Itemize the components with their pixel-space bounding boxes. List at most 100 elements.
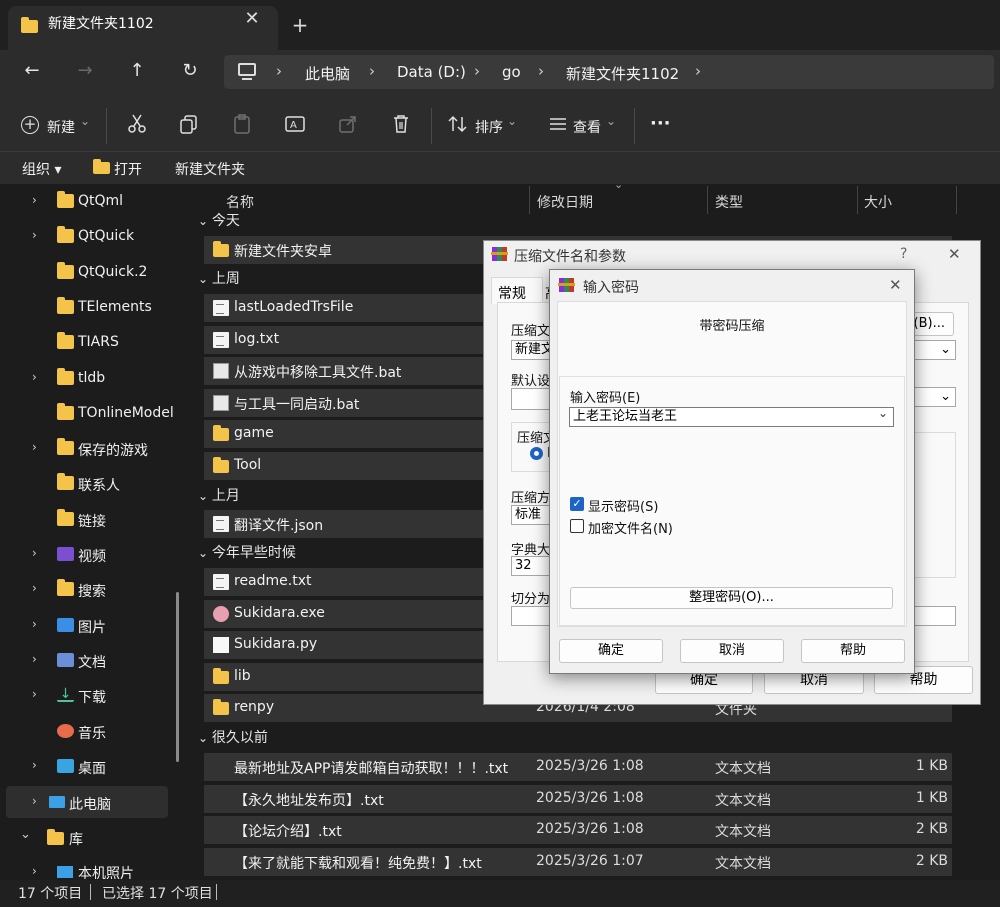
delete-icon[interactable] bbox=[388, 113, 414, 139]
breadcrumb-go[interactable]: go bbox=[502, 63, 521, 81]
chevron-right-icon[interactable]: › bbox=[32, 440, 37, 454]
column-divider[interactable] bbox=[857, 186, 858, 214]
breadcrumb-current-folder[interactable]: 新建文件夹1102 bbox=[566, 63, 679, 84]
close-icon[interactable]: ✕ bbox=[948, 245, 961, 263]
sidebar-item[interactable]: › QtQml bbox=[0, 185, 190, 219]
view-button[interactable]: 查看 bbox=[573, 117, 601, 137]
sidebar-item[interactable]: 音乐 bbox=[0, 715, 190, 749]
format-rar-radio[interactable] bbox=[530, 447, 543, 460]
toolbar-divider bbox=[431, 108, 432, 144]
file-name: log.txt bbox=[234, 330, 280, 347]
sidebar-item-library[interactable]: 库 bbox=[69, 829, 83, 849]
sidebar-item[interactable]: TElements bbox=[0, 291, 190, 325]
new-tab-button[interactable]: + bbox=[288, 14, 312, 38]
column-divider[interactable] bbox=[707, 186, 708, 214]
chevron-right-icon[interactable]: › bbox=[32, 193, 37, 207]
sidebar-item[interactable]: › ↓ 下载 bbox=[0, 679, 190, 713]
chevron-right-icon[interactable]: › bbox=[32, 581, 37, 595]
column-date-modified[interactable]: 修改日期 bbox=[537, 192, 593, 222]
chevron-right-icon[interactable]: › bbox=[32, 370, 37, 384]
chevron-down-icon[interactable]: ⌄ bbox=[198, 214, 212, 228]
sidebar-item[interactable]: 链接 bbox=[0, 503, 190, 537]
cancel-button[interactable]: 取消 bbox=[680, 639, 784, 663]
column-size[interactable]: 大小 bbox=[864, 192, 892, 222]
close-icon[interactable]: ✕ bbox=[889, 276, 902, 294]
folder-icon bbox=[57, 296, 74, 314]
file-size: 1 KB bbox=[915, 789, 948, 806]
sidebar-item[interactable]: › 视频 bbox=[0, 538, 190, 572]
sidebar-item[interactable]: › tldb bbox=[0, 362, 190, 396]
group-header[interactable]: ⌄ 很久以前 bbox=[198, 727, 268, 755]
sidebar-item[interactable]: › QtQuick bbox=[0, 220, 190, 254]
view-dropdown-icon[interactable]: ⌄ bbox=[606, 114, 616, 128]
chevron-right-icon[interactable]: › bbox=[32, 617, 37, 631]
show-password-checkbox[interactable]: ✓ bbox=[570, 497, 584, 511]
password-input[interactable]: 上老王论坛当老王 bbox=[569, 407, 894, 427]
sidebar-scrollbar[interactable] bbox=[176, 592, 179, 762]
file-row[interactable]: 【来了就能下载和观看！纯免费！】.txt 2025/3/26 1:07 文本文档 2 … bbox=[204, 847, 952, 876]
group-header[interactable]: ⌄ 上周 bbox=[198, 268, 240, 296]
breadcrumb-drive[interactable]: Data (D:) bbox=[397, 63, 466, 81]
ok-button[interactable]: 确定 bbox=[559, 639, 663, 663]
sidebar-item[interactable]: › 保存的游戏 bbox=[0, 432, 190, 466]
sort-dropdown-icon[interactable]: ⌄ bbox=[507, 114, 517, 128]
sort-button[interactable]: 排序 bbox=[475, 117, 503, 137]
sidebar-item[interactable]: TOnlineModel bbox=[0, 397, 190, 431]
forward-button[interactable]: → bbox=[69, 56, 101, 88]
organize-menu[interactable]: 组织 ▾ bbox=[22, 159, 61, 179]
desktop-icon bbox=[57, 758, 74, 773]
paste-icon[interactable] bbox=[229, 113, 255, 139]
sidebar-item[interactable]: › 桌面 bbox=[0, 750, 190, 784]
back-button[interactable]: ← bbox=[16, 56, 48, 88]
help-button[interactable]: 帮助 bbox=[801, 639, 905, 663]
open-button[interactable]: 打开 bbox=[114, 159, 142, 179]
chevron-right-icon[interactable]: › bbox=[32, 687, 37, 701]
file-name: 【论坛介绍】.txt bbox=[234, 824, 342, 841]
sidebar-item[interactable]: QtQuick.2 bbox=[0, 256, 190, 290]
sidebar-item[interactable]: TIARS bbox=[0, 326, 190, 360]
chevron-down-icon[interactable]: ⌄ bbox=[198, 272, 212, 286]
cut-icon[interactable] bbox=[124, 113, 150, 139]
chevron-right-icon[interactable]: › bbox=[32, 864, 37, 878]
up-button[interactable]: ↑ bbox=[121, 56, 153, 88]
chevron-down-icon[interactable]: ⌄ bbox=[198, 731, 212, 745]
group-header[interactable]: ⌄ 今年早些时候 bbox=[198, 542, 296, 570]
new-plus-icon: + bbox=[21, 116, 39, 134]
chevron-right-icon[interactable]: › bbox=[32, 228, 37, 242]
chevron-down-icon[interactable]: ⌄ bbox=[198, 489, 212, 503]
file-row[interactable]: 【论坛介绍】.txt 2025/3/26 1:08 文本文档 2 KB bbox=[204, 816, 952, 845]
sidebar-item[interactable]: 联系人 bbox=[0, 467, 190, 501]
share-icon[interactable] bbox=[335, 113, 361, 139]
file-row[interactable]: 【永久地址发布页】.txt 2025/3/26 1:08 文本文档 1 KB bbox=[204, 784, 952, 813]
chevron-right-icon[interactable]: › bbox=[32, 794, 37, 808]
encrypt-file-names-checkbox[interactable] bbox=[570, 519, 584, 533]
chevron-down-icon[interactable]: ⌄ bbox=[878, 406, 888, 420]
organize-passwords-button[interactable]: 整理密码(O)... bbox=[570, 587, 893, 609]
file-row[interactable]: 最新地址及APP请发邮箱自动获取！！！.txt 2025/3/26 1:08 文本文… bbox=[204, 753, 952, 781]
help-icon[interactable]: ? bbox=[900, 246, 907, 262]
chevron-down-icon[interactable]: ⌄ bbox=[20, 827, 31, 842]
chevron-right-icon[interactable]: › bbox=[32, 652, 37, 666]
sidebar-item[interactable]: › 图片 bbox=[0, 609, 190, 643]
breadcrumb-this-pc[interactable]: 此电脑 bbox=[305, 63, 350, 84]
archive-extra-field[interactable] bbox=[913, 606, 956, 626]
sidebar-item[interactable]: › 文档 bbox=[0, 644, 190, 678]
copy-icon[interactable] bbox=[176, 113, 202, 139]
new-button[interactable]: 新建 bbox=[47, 117, 75, 137]
new-folder-button[interactable]: 新建文件夹 bbox=[175, 159, 245, 179]
chevron-right-icon[interactable]: › bbox=[32, 546, 37, 560]
chevron-down-icon[interactable]: ⌄ bbox=[198, 546, 212, 560]
rename-icon[interactable]: A bbox=[282, 113, 308, 139]
more-options-button[interactable]: ··· bbox=[650, 113, 671, 134]
close-tab-icon[interactable]: ✕ bbox=[240, 8, 264, 32]
sidebar-item[interactable]: › 搜索 bbox=[0, 573, 190, 607]
chevron-right-icon[interactable]: › bbox=[32, 758, 37, 772]
column-divider[interactable] bbox=[956, 186, 957, 214]
group-header[interactable]: ⌄ 今天 bbox=[198, 210, 240, 238]
refresh-button[interactable]: ↻ bbox=[174, 56, 206, 88]
group-header[interactable]: ⌄ 上月 bbox=[198, 485, 240, 513]
sidebar-item-photos[interactable]: 本机照片 bbox=[78, 863, 134, 879]
column-divider[interactable] bbox=[529, 186, 530, 214]
column-type[interactable]: 类型 bbox=[715, 192, 743, 222]
new-dropdown-icon[interactable]: ⌄ bbox=[80, 114, 90, 128]
